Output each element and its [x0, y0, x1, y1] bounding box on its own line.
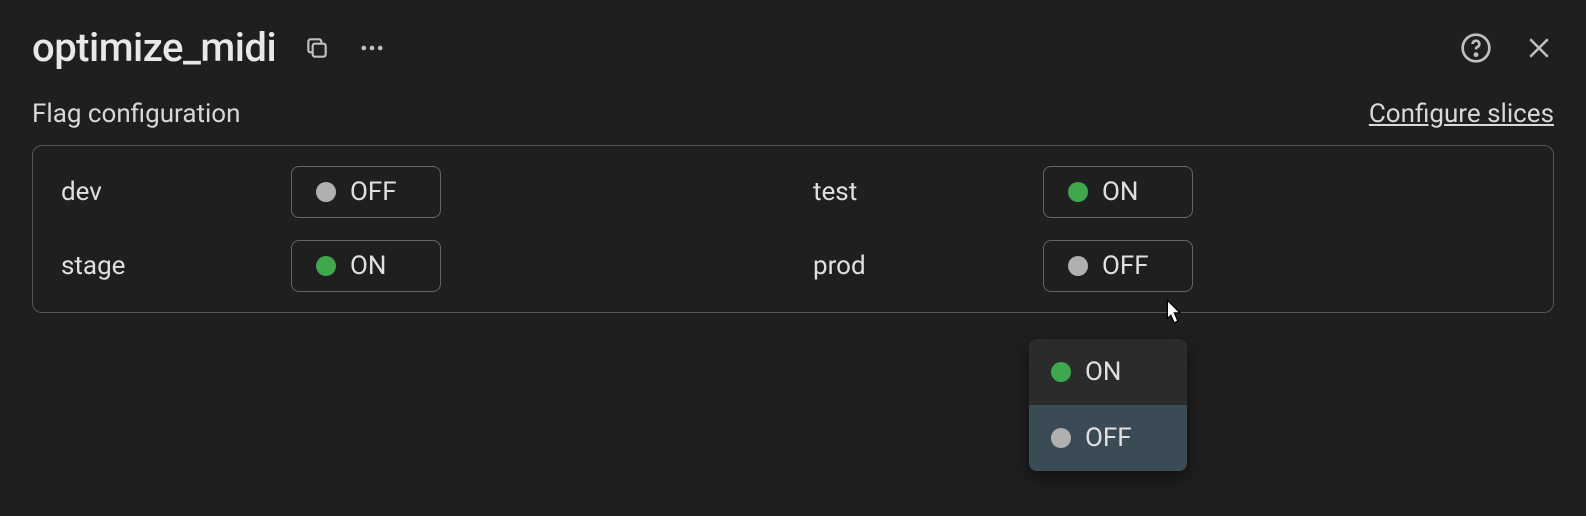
env-row-stage: stage ON: [61, 240, 773, 292]
toggle-test[interactable]: ON: [1043, 166, 1193, 218]
dropdown-option-on[interactable]: ON: [1029, 339, 1187, 405]
status-dot-icon: [1068, 256, 1088, 276]
section-title: Flag configuration: [32, 99, 240, 129]
dropdown-option-off[interactable]: OFF: [1029, 405, 1187, 471]
configure-slices-link[interactable]: Configure slices: [1369, 99, 1554, 129]
toggle-stage[interactable]: ON: [291, 240, 441, 292]
toggle-prod[interactable]: OFF: [1043, 240, 1193, 292]
more-icon[interactable]: [358, 34, 386, 62]
dropdown-option-label: OFF: [1085, 423, 1132, 453]
env-label: stage: [61, 251, 291, 281]
env-label: prod: [813, 251, 1043, 281]
env-label: test: [813, 177, 1043, 207]
toggle-label: OFF: [350, 177, 397, 207]
close-icon[interactable]: [1524, 33, 1554, 63]
copy-icon[interactable]: [304, 35, 330, 61]
env-row-dev: dev OFF: [61, 166, 773, 218]
help-icon[interactable]: [1460, 32, 1492, 64]
toggle-label: ON: [1102, 177, 1138, 207]
toggle-dev[interactable]: OFF: [291, 166, 441, 218]
flag-config-panel: dev OFF test ON stage ON prod OFF: [32, 145, 1554, 313]
toggle-label: OFF: [1102, 251, 1149, 281]
toggle-dropdown: ON OFF: [1029, 339, 1187, 471]
status-dot-icon: [316, 256, 336, 276]
status-dot-icon: [316, 182, 336, 202]
dropdown-option-label: ON: [1085, 357, 1121, 387]
toggle-label: ON: [350, 251, 386, 281]
status-dot-icon: [1068, 182, 1088, 202]
env-label: dev: [61, 177, 291, 207]
page-title: optimize_midi: [32, 24, 276, 71]
status-dot-icon: [1051, 362, 1071, 382]
env-row-prod: prod OFF: [813, 240, 1525, 292]
env-row-test: test ON: [813, 166, 1525, 218]
status-dot-icon: [1051, 428, 1071, 448]
